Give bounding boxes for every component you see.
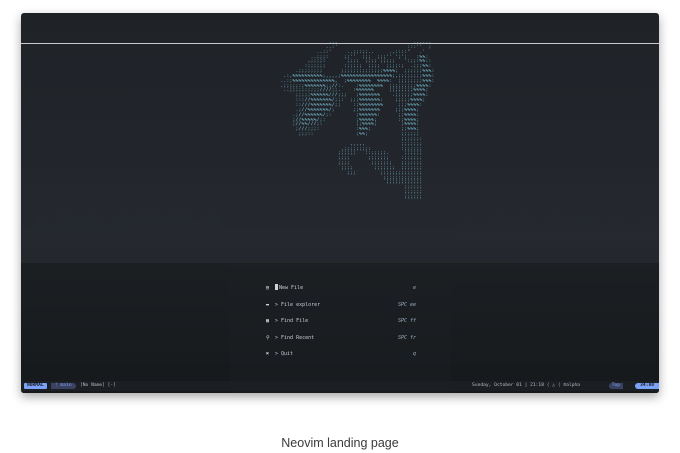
clock: 34:80: [635, 383, 659, 389]
menu-label-find-recent: > Find Recent: [275, 334, 315, 341]
menu-label-new-file: New File: [279, 285, 304, 291]
menu-label-file-explorer: > File explorer: [275, 301, 321, 308]
menu-key-quit: q: [412, 351, 416, 357]
terminal-window: ... ,,,,,. ..:' :::'' ; ..::' ..;;:;;.. …: [21, 13, 659, 393]
menu-item-find-recent[interactable]: ⚲ > Find Recent SPC fr: [266, 333, 416, 350]
dashboard-menu: ▤ New File e ▬ > File explorer SPC ee ▩ …: [266, 283, 416, 366]
caption: Neovim landing page: [281, 436, 399, 450]
menu-label-quit: > Quit: [275, 351, 294, 357]
filetype: alpha: [566, 383, 580, 388]
datetime-filetype: Sunday, October 01 | 21:18 ⟨ △ ⟨ ≡alpha: [472, 383, 580, 388]
menu-item-find-file[interactable]: ▩ > Find File SPC ff: [266, 316, 416, 333]
menu-label-find-file: > Find File: [275, 318, 309, 324]
cursor: [275, 284, 278, 290]
menu-item-file-explorer[interactable]: ▬ > File explorer SPC ee: [266, 300, 416, 317]
git-branch: ᛉ main: [51, 383, 76, 389]
search-icon: ⚲: [266, 334, 270, 341]
quit-icon: ✖: [266, 351, 270, 357]
cursor-position: Top: [608, 383, 623, 389]
file-icon: ▤: [266, 285, 270, 291]
statusline: NORMAL ᛉ main [No Name] [-] Sunday, Octo…: [21, 381, 659, 391]
menu-key-find-recent: SPC fr: [397, 334, 416, 341]
menu-key-new-file: e: [412, 285, 416, 291]
menu-item-new-file[interactable]: ▤ New File e: [266, 283, 416, 300]
folder-icon: ▬: [266, 301, 270, 308]
menu-key-file-explorer: SPC ee: [397, 301, 416, 308]
mode-indicator: NORMAL: [24, 383, 47, 389]
buffer-name: [No Name] [-]: [80, 383, 116, 388]
bell-icon: △: [552, 383, 556, 388]
find-file-icon: ▩: [266, 318, 270, 324]
menu-key-find-file: SPC ff: [397, 318, 416, 324]
datetime: Sunday, October 01 | 21:18: [472, 383, 544, 388]
branch-name: main: [60, 383, 72, 388]
ascii-art-logo: ... ,,,,,. ..:' :::'' ; ..::' ..;;:;;.. …: [280, 40, 435, 200]
menu-item-quit[interactable]: ✖ > Quit q: [266, 349, 416, 366]
